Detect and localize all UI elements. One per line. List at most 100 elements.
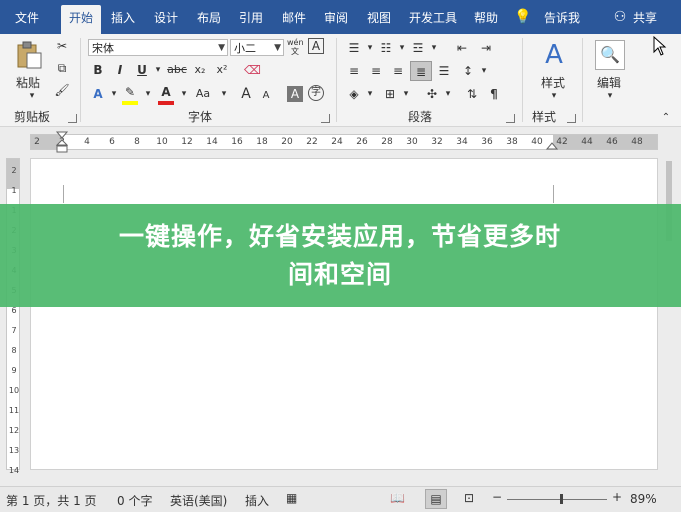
tab-view[interactable]: 视图 <box>362 8 396 28</box>
subscript-button[interactable]: x₂ <box>192 62 208 78</box>
shading-icon[interactable]: ◈ <box>346 86 362 102</box>
line-spacing-dropdown-icon[interactable]: ▾ <box>476 63 492 79</box>
italic-button[interactable]: I <box>112 62 128 78</box>
first-line-indent-marker[interactable] <box>56 131 68 153</box>
styles-dropdown-icon[interactable]: ▾ <box>546 88 562 104</box>
text-effects-dropdown-icon[interactable]: ▾ <box>106 86 122 102</box>
person-icon[interactable]: ⚇ <box>612 9 628 25</box>
tab-layout[interactable]: 布局 <box>192 8 226 28</box>
share-button[interactable]: 共享 <box>628 8 662 28</box>
font-size-value: 小二 <box>234 42 256 55</box>
borders-icon[interactable]: ⊞ <box>382 86 398 102</box>
underline-button[interactable]: U <box>134 62 150 78</box>
align-center-icon[interactable]: ≡ <box>368 63 384 79</box>
macro-record-icon[interactable]: ▦ <box>286 491 297 505</box>
bold-button[interactable]: B <box>90 62 106 78</box>
zoom-slider-thumb[interactable] <box>560 494 563 504</box>
clipboard-launcher-icon[interactable] <box>68 114 77 123</box>
banner-line-2: 间和空间 <box>287 260 392 289</box>
multilevel-dropdown-icon[interactable]: ▾ <box>426 40 442 56</box>
change-case-dropdown-icon[interactable]: ▾ <box>216 86 232 102</box>
character-shading-icon[interactable]: A <box>287 86 303 102</box>
paste-button[interactable] <box>14 40 44 74</box>
print-layout-icon[interactable]: ▤ <box>425 489 447 509</box>
find-icon[interactable]: 🔍 <box>595 40 625 70</box>
bullets-dropdown-icon[interactable]: ▾ <box>362 40 378 56</box>
grow-font-button[interactable]: A <box>238 86 254 102</box>
line-spacing-icon[interactable]: ↕ <box>460 63 476 79</box>
tab-home[interactable]: 开始 <box>61 5 101 34</box>
show-marks-icon[interactable]: ¶ <box>486 86 502 102</box>
ruler-number: 32 <box>431 137 443 147</box>
phonetic-guide-icon[interactable]: wén 文 <box>287 38 304 56</box>
language-indicator[interactable]: 英语(美国) <box>170 492 227 509</box>
tab-file[interactable]: 文件 <box>10 8 44 28</box>
vertical-scrollbar[interactable] <box>664 153 674 483</box>
shrink-font-button[interactable]: A <box>258 88 274 104</box>
font-size-select[interactable]: 小二 ▼ <box>230 39 284 56</box>
crop-mark <box>553 185 554 203</box>
chinese-layout-icon[interactable]: ✣ <box>424 86 440 102</box>
copy-icon[interactable]: ⧉ <box>54 60 70 76</box>
page-count[interactable]: 第 1 页，共 1 页 <box>6 492 97 509</box>
zoom-out-button[interactable]: − <box>492 490 502 504</box>
tab-help[interactable]: 帮助 <box>469 8 503 28</box>
web-layout-icon[interactable]: ⊡ <box>464 491 474 505</box>
font-color-icon[interactable]: A <box>158 84 174 100</box>
font-name-select[interactable]: 宋体 ▼ <box>88 39 228 56</box>
ruler-body[interactable]: 2246810121416182022242628303234363840424… <box>30 134 658 150</box>
styles-icon[interactable]: A <box>536 40 572 70</box>
right-indent-marker[interactable] <box>546 140 558 150</box>
align-right-icon[interactable]: ≡ <box>390 63 406 79</box>
paragraph-launcher-icon[interactable] <box>506 114 515 123</box>
styles-launcher-icon[interactable] <box>567 114 576 123</box>
insert-mode[interactable]: 插入 <box>245 492 269 509</box>
chinese-layout-dropdown-icon[interactable]: ▾ <box>440 86 456 102</box>
increase-indent-icon[interactable]: ⇥ <box>478 40 494 56</box>
decrease-indent-icon[interactable]: ⇤ <box>454 40 470 56</box>
font-launcher-icon[interactable] <box>321 114 330 123</box>
font-color-dropdown-icon[interactable]: ▾ <box>176 86 192 102</box>
shading-dropdown-icon[interactable]: ▾ <box>362 86 378 102</box>
tab-review[interactable]: 审阅 <box>319 8 353 28</box>
tell-me-search[interactable]: 告诉我 <box>540 8 584 28</box>
strikethrough-button[interactable]: abc <box>166 62 188 78</box>
zoom-slider-track[interactable] <box>507 499 607 500</box>
tab-mailings[interactable]: 邮件 <box>277 8 311 28</box>
read-mode-icon[interactable]: 📖 <box>390 491 405 505</box>
borders-dropdown-icon[interactable]: ▾ <box>398 86 414 102</box>
sort-icon[interactable]: ⇅ <box>464 86 480 102</box>
distributed-icon[interactable]: ☰ <box>436 63 452 79</box>
zoom-level[interactable]: 89% <box>630 492 657 506</box>
tab-insert[interactable]: 插入 <box>106 8 140 28</box>
superscript-button[interactable]: x² <box>214 62 230 78</box>
clear-formatting-icon[interactable]: ⌫ <box>244 62 261 78</box>
collapse-ribbon-icon[interactable]: ⌃ <box>658 110 674 126</box>
highlight-icon[interactable]: ✎ <box>122 84 138 100</box>
align-left-icon[interactable]: ≡ <box>346 63 362 79</box>
zoom-in-button[interactable]: + <box>612 490 622 504</box>
text-effects-icon[interactable]: A <box>90 86 106 102</box>
change-case-button[interactable]: Aa <box>192 86 214 102</box>
ruler-number: 22 <box>306 137 318 147</box>
ruler-number: 40 <box>531 137 543 147</box>
tab-developer[interactable]: 开发工具 <box>405 8 461 28</box>
numbering-dropdown-icon[interactable]: ▾ <box>394 40 410 56</box>
vertical-ruler-number: 7 <box>11 326 17 335</box>
character-border-icon[interactable]: A <box>308 38 324 54</box>
paste-dropdown-icon[interactable]: ▾ <box>24 88 40 104</box>
multilevel-list-icon[interactable]: ☲ <box>410 40 426 56</box>
tab-design[interactable]: 设计 <box>149 8 183 28</box>
highlight-dropdown-icon[interactable]: ▾ <box>140 86 156 102</box>
enclose-characters-icon[interactable]: 字 <box>308 85 324 101</box>
lightbulb-icon[interactable]: 💡 <box>514 9 531 25</box>
bullets-icon[interactable]: ☰ <box>346 40 362 56</box>
numbering-icon[interactable]: ☷ <box>378 40 394 56</box>
justify-icon[interactable]: ≣ <box>410 61 432 81</box>
cut-icon[interactable]: ✂ <box>54 38 70 54</box>
underline-dropdown-icon[interactable]: ▾ <box>150 62 166 78</box>
format-painter-icon[interactable]: 🖌 <box>54 82 70 98</box>
tab-references[interactable]: 引用 <box>234 8 268 28</box>
word-count[interactable]: 0 个字 <box>117 492 152 509</box>
editing-dropdown-icon[interactable]: ▾ <box>602 88 618 104</box>
